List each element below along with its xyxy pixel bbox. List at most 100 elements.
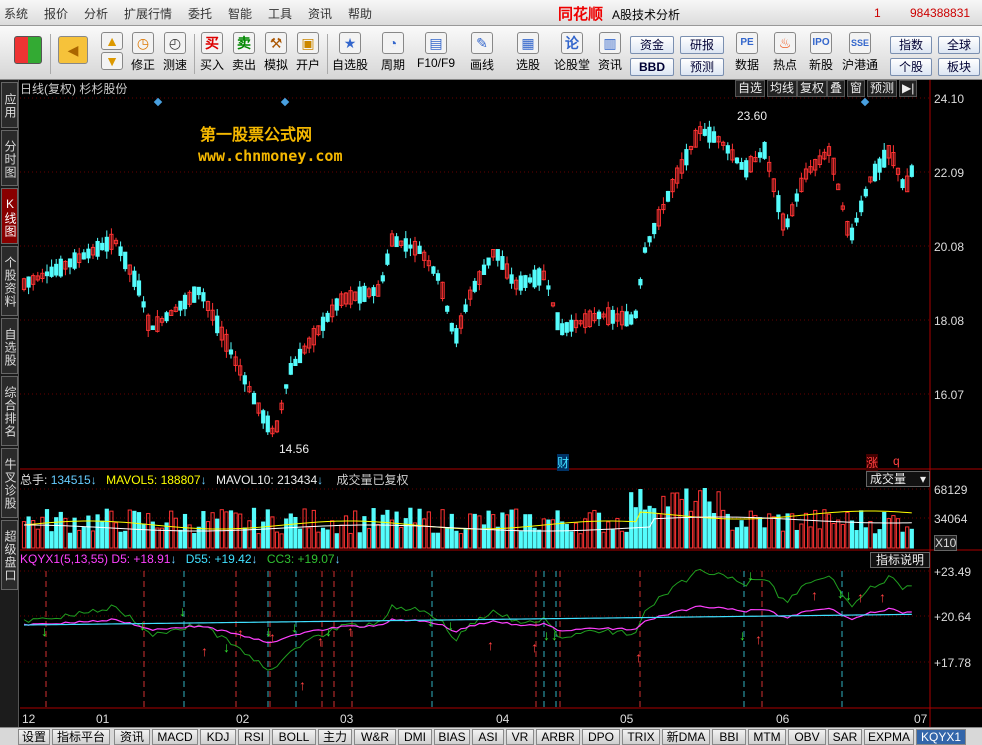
indicator-tick: +17.78 xyxy=(934,656,972,670)
volume-bar xyxy=(311,509,316,549)
tab-asi[interactable]: ASI xyxy=(472,729,504,745)
volume-bar xyxy=(35,528,40,549)
volume-bar xyxy=(872,533,878,549)
tab-settings[interactable]: 设置 xyxy=(18,729,50,745)
volume-bar xyxy=(762,527,767,549)
candle xyxy=(665,190,671,202)
up-arrow-icon: ↑ xyxy=(299,677,306,693)
volume-bar xyxy=(435,532,441,549)
volume-bar xyxy=(780,530,786,549)
volume-bar xyxy=(242,527,247,549)
tab-bias[interactable]: BIAS xyxy=(434,729,470,745)
candle xyxy=(334,298,339,311)
candle xyxy=(794,193,799,202)
volume-bar xyxy=(376,523,381,549)
tab-arbr[interactable]: ARBR xyxy=(536,729,580,745)
candle xyxy=(325,312,330,322)
volume-bar xyxy=(81,526,86,549)
volume-bar xyxy=(776,514,781,549)
candle xyxy=(569,319,574,332)
volume-bar xyxy=(412,522,418,549)
date-tick: 07 xyxy=(914,712,928,726)
volume-bar xyxy=(339,524,344,549)
finance-marker[interactable]: 财 xyxy=(557,454,570,471)
volume-bar xyxy=(150,521,155,549)
candle xyxy=(394,236,399,248)
volume-bar xyxy=(284,518,289,549)
date-tick: 04 xyxy=(496,712,510,726)
candle xyxy=(201,292,206,302)
volume-bar xyxy=(826,513,832,549)
volume-bar xyxy=(730,529,735,549)
volume-bar xyxy=(504,514,510,549)
tab-dpo[interactable]: DPO xyxy=(582,729,620,745)
candle xyxy=(49,266,54,277)
volume-bar xyxy=(537,529,542,549)
tab-dmi[interactable]: DMI xyxy=(398,729,432,745)
candle xyxy=(486,257,491,266)
volume-bar xyxy=(822,509,827,549)
q-marker[interactable]: q xyxy=(893,454,900,468)
tab-indicator-platform[interactable]: 指标平台 xyxy=(52,729,110,745)
volume-header: 总手: 134515↓ MAVOL5: 188807↓ MAVOL10: 213… xyxy=(20,473,409,487)
up-arrow-icon: ↑ xyxy=(635,649,642,665)
candle xyxy=(288,363,293,375)
volume-bar xyxy=(389,519,395,549)
candle xyxy=(624,311,629,327)
candle xyxy=(196,286,201,296)
candle xyxy=(629,314,634,325)
tab-mtm[interactable]: MTM xyxy=(748,729,786,745)
tab-kqyx1[interactable]: KQYX1 xyxy=(916,729,966,745)
volume-bar xyxy=(803,512,809,549)
indicator-help-button[interactable]: 指标说明 xyxy=(870,552,930,568)
volume-bar xyxy=(40,516,45,549)
volume-bar xyxy=(417,508,422,549)
candle xyxy=(445,305,450,312)
up-arrow-icon: ↑ xyxy=(317,633,324,649)
volume-bar xyxy=(578,533,583,549)
kline-chart[interactable]: ↑↑ ↑↑↑↑↑ ↑↑↑↑ ↑ ↑↓ ↓↓↓↓ ↓ ↓↓ ↓↓ ↓ ↓↓↓ ↓ xyxy=(0,0,982,745)
volume-bar xyxy=(592,509,597,549)
tab-bbi[interactable]: BBI xyxy=(712,729,746,745)
tab-wr[interactable]: W&R xyxy=(354,729,396,745)
volume-bar xyxy=(610,529,615,549)
volume-bar xyxy=(100,520,105,549)
candle xyxy=(776,195,781,213)
tab-sar[interactable]: SAR xyxy=(828,729,862,745)
tab-main-force[interactable]: 主力 xyxy=(318,729,352,745)
date-tick: 02 xyxy=(236,712,250,726)
tab-trix[interactable]: TRIX xyxy=(622,729,660,745)
candle xyxy=(560,323,565,336)
volume-bar xyxy=(891,515,896,549)
tab-kdj[interactable]: KDJ xyxy=(200,729,236,745)
date-tick: 03 xyxy=(340,712,354,726)
volume-bar xyxy=(196,526,201,549)
volume-bar xyxy=(670,492,675,549)
candle xyxy=(537,268,542,286)
limit-up-marker[interactable]: 涨 xyxy=(866,454,879,471)
candle xyxy=(725,145,730,154)
volume-bar xyxy=(366,528,372,549)
candle xyxy=(265,415,270,433)
candle xyxy=(877,158,882,173)
tab-expma[interactable]: EXPMA xyxy=(864,729,914,745)
tab-obv[interactable]: OBV xyxy=(788,729,826,745)
volume-select[interactable]: 成交量 ▾ xyxy=(866,471,930,487)
tab-rsi[interactable]: RSI xyxy=(238,729,270,745)
up-arrow-icon: ↑ xyxy=(811,587,818,603)
tab-boll[interactable]: BOLL xyxy=(272,729,316,745)
volume-bar xyxy=(307,527,312,549)
volume-bar xyxy=(909,528,914,549)
candle xyxy=(58,258,63,277)
volume-bar xyxy=(261,521,266,549)
tab-new-dma[interactable]: 新DMA xyxy=(662,729,710,745)
candle xyxy=(67,258,73,268)
tab-news[interactable]: 资讯 xyxy=(114,729,150,745)
price-tick: 18.08 xyxy=(934,314,965,328)
volume-bar xyxy=(169,510,174,549)
candle xyxy=(100,242,105,251)
tab-vr[interactable]: VR xyxy=(506,729,534,745)
volume-bar xyxy=(799,523,804,549)
candle xyxy=(81,252,86,260)
tab-macd[interactable]: MACD xyxy=(152,729,198,745)
